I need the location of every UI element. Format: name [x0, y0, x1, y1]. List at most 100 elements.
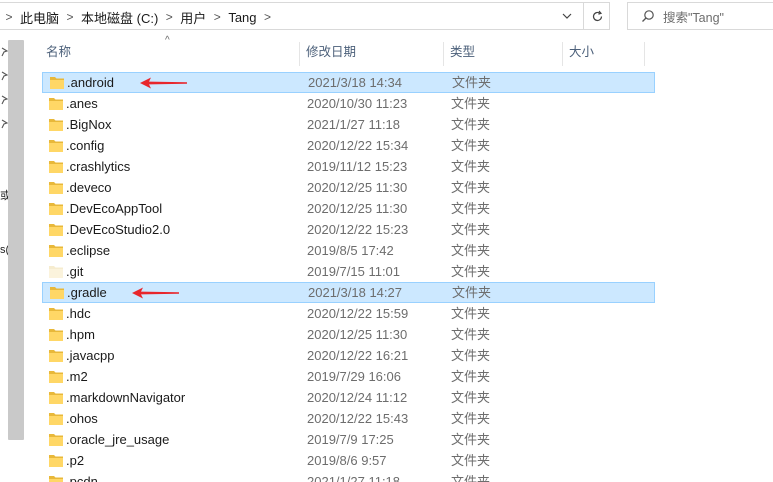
navigation-pane[interactable]: 或 s( [0, 34, 28, 482]
file-name: .git [66, 264, 84, 279]
file-row[interactable]: .config 2020/12/22 15:34 文件夹 [28, 135, 773, 156]
folder-icon [49, 308, 63, 320]
file-type: 文件夹 [451, 180, 491, 195]
folder-icon [49, 203, 63, 215]
file-name: .p2 [66, 453, 85, 468]
breadcrumb-separator[interactable]: > [208, 10, 226, 24]
file-type: 文件夹 [451, 159, 491, 174]
address-bar[interactable]: > 此电脑 > 本地磁盘 (C:) > 用户 > Tang > [0, 2, 610, 30]
folder-icon [49, 329, 63, 341]
file-date-modified: 2020/12/22 15:59 [307, 306, 409, 321]
file-date-modified: 2019/8/5 17:42 [307, 243, 394, 258]
file-type: 文件夹 [452, 285, 492, 300]
folder-icon [49, 224, 63, 236]
breadcrumb-users[interactable]: 用户 [178, 8, 208, 27]
file-row[interactable]: .pcdn 2021/1/27 11:18 文件夹 [28, 471, 773, 482]
column-name[interactable]: 名称 [40, 42, 300, 66]
file-type: 文件夹 [451, 222, 491, 237]
file-name: .ohos [66, 411, 98, 426]
file-date-modified: 2019/7/9 17:25 [307, 432, 394, 447]
file-name: .m2 [66, 369, 88, 384]
file-row[interactable]: .hpm 2020/12/25 11:30 文件夹 [28, 324, 773, 345]
folder-icon [49, 245, 63, 257]
red-arrow-annotation [132, 287, 179, 299]
refresh-icon [592, 10, 602, 21]
address-history-button[interactable] [556, 3, 578, 29]
file-row[interactable]: .DevEcoAppTool 2020/12/25 11:30 文件夹 [28, 198, 773, 219]
file-row[interactable]: .javacpp 2020/12/22 16:21 文件夹 [28, 345, 773, 366]
file-row[interactable]: .android 2021/3/18 14:34 文件夹 [42, 72, 655, 93]
file-name: .hdc [66, 306, 91, 321]
breadcrumb-separator[interactable]: > [61, 10, 79, 24]
folder-icon [49, 371, 63, 383]
file-row[interactable]: .p2 2019/8/6 9:57 文件夹 [28, 450, 773, 471]
red-arrow-annotation [140, 77, 187, 89]
folder-icon [49, 476, 63, 482]
file-date-modified: 2020/10/30 11:23 [307, 96, 408, 111]
file-date-modified: 2020/12/25 11:30 [307, 201, 408, 216]
file-row[interactable]: .hdc 2020/12/22 15:59 文件夹 [28, 303, 773, 324]
file-row[interactable]: .m2 2019/7/29 16:06 文件夹 [28, 366, 773, 387]
file-type: 文件夹 [451, 411, 491, 426]
file-type: 文件夹 [451, 390, 491, 405]
file-name: .anes [66, 96, 98, 111]
file-row[interactable]: .anes 2020/10/30 11:23 文件夹 [28, 93, 773, 114]
file-type: 文件夹 [451, 453, 491, 468]
file-name: .crashlytics [66, 159, 131, 174]
breadcrumb-tang[interactable]: Tang [226, 10, 258, 25]
file-type: 文件夹 [451, 201, 491, 216]
folder-icon [50, 77, 64, 89]
breadcrumb-local-disk[interactable]: 本地磁盘 (C:) [79, 8, 160, 27]
file-row[interactable]: .DevEcoStudio2.0 2020/12/22 15:23 文件夹 [28, 219, 773, 240]
file-type: 文件夹 [451, 264, 491, 279]
nav-scrollbar[interactable] [8, 40, 24, 440]
file-row[interactable]: .crashlytics 2019/11/12 15:23 文件夹 [28, 156, 773, 177]
file-row[interactable]: .BigNox 2021/1/27 11:18 文件夹 [28, 114, 773, 135]
breadcrumb-this-pc[interactable]: 此电脑 [18, 8, 61, 27]
file-row[interactable]: .oracle_jre_usage 2019/7/9 17:25 文件夹 [28, 429, 773, 450]
column-date-modified[interactable]: 修改日期 [300, 42, 444, 66]
folder-icon [49, 455, 63, 467]
file-date-modified: 2020/12/22 15:34 [307, 138, 409, 153]
file-row[interactable]: .gradle 2021/3/18 14:27 文件夹 [42, 282, 655, 303]
file-row[interactable]: .eclipse 2019/8/5 17:42 文件夹 [28, 240, 773, 261]
file-name: .android [67, 75, 114, 90]
file-name: .deveco [66, 180, 112, 195]
refresh-button[interactable] [583, 3, 610, 29]
folder-icon [49, 140, 63, 152]
breadcrumb-separator[interactable]: > [0, 10, 18, 24]
breadcrumb-separator[interactable]: > [259, 10, 277, 24]
search-icon [642, 10, 654, 22]
file-type: 文件夹 [451, 369, 491, 384]
file-type: 文件夹 [451, 138, 491, 153]
folder-icon [49, 182, 63, 194]
file-name: .markdownNavigator [66, 390, 186, 405]
file-date-modified: 2020/12/22 15:23 [307, 222, 409, 237]
file-type: 文件夹 [451, 348, 491, 363]
file-name: .DevEcoAppTool [66, 201, 163, 216]
file-name: .eclipse [66, 243, 111, 258]
folder-icon [49, 119, 63, 131]
file-name: .javacpp [66, 348, 115, 363]
breadcrumb: > 此电脑 > 本地磁盘 (C:) > 用户 > Tang > [0, 3, 277, 31]
file-date-modified: 2019/8/6 9:57 [307, 453, 387, 468]
file-row[interactable]: .ohos 2020/12/22 15:43 文件夹 [28, 408, 773, 429]
file-row[interactable]: .markdownNavigator 2020/12/24 11:12 文件夹 [28, 387, 773, 408]
file-date-modified: 2019/11/12 15:23 [307, 159, 408, 174]
file-date-modified: 2020/12/22 15:43 [307, 411, 409, 426]
file-date-modified: 2020/12/25 11:30 [307, 180, 408, 195]
file-date-modified: 2021/3/18 14:27 [308, 285, 402, 300]
file-date-modified: 2019/7/29 16:06 [307, 369, 401, 384]
breadcrumb-separator[interactable]: > [160, 10, 178, 24]
file-date-modified: 2021/1/27 11:18 [307, 117, 401, 132]
file-type: 文件夹 [451, 432, 491, 447]
search-box[interactable]: 搜索"Tang" [627, 2, 773, 30]
file-name: .config [66, 138, 105, 153]
file-row[interactable]: .git 2019/7/15 11:01 文件夹 [28, 261, 773, 282]
column-type[interactable]: 类型 [444, 42, 563, 66]
search-input[interactable]: 搜索"Tang" [663, 7, 724, 26]
column-size[interactable]: 大小 [563, 42, 645, 66]
folder-icon [49, 350, 63, 362]
file-row[interactable]: .deveco 2020/12/25 11:30 文件夹 [28, 177, 773, 198]
folder-icon [49, 413, 63, 425]
